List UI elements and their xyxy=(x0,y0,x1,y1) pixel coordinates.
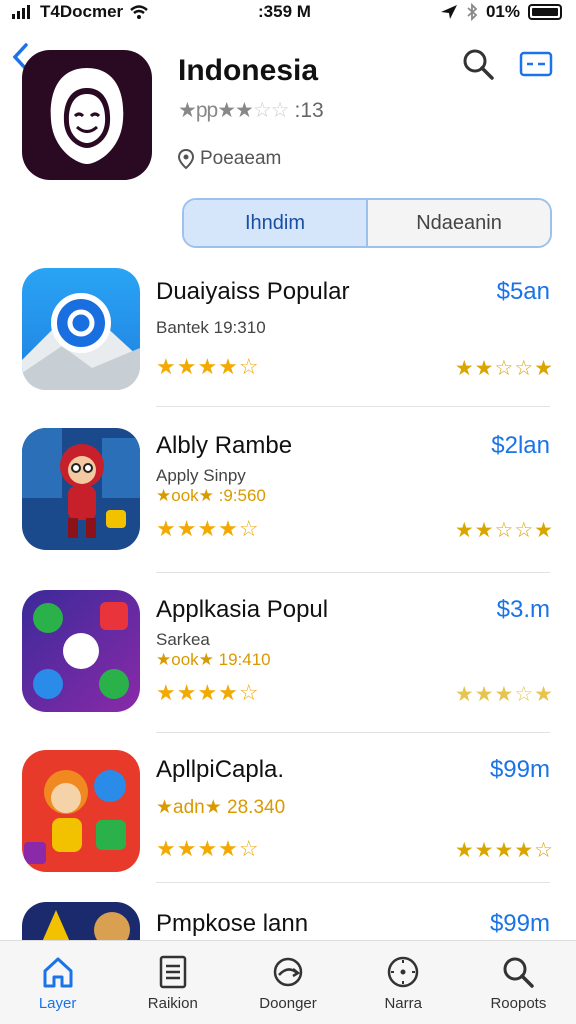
segment-active[interactable]: Ihndim xyxy=(184,200,368,246)
price-button[interactable]: $5an xyxy=(497,278,550,306)
home-icon xyxy=(43,957,73,988)
user-rating-stars: ★★★★☆ xyxy=(454,839,554,862)
segmented-control: Ihndim Ndaeanin xyxy=(182,198,552,248)
tab-label: Narra xyxy=(384,995,422,1012)
app-icon-photos xyxy=(22,268,140,390)
app-title: Albly Rambe xyxy=(156,432,293,459)
rating-stars: ★★★★☆ xyxy=(156,516,260,541)
price-button[interactable]: $3.m xyxy=(497,596,550,624)
divider xyxy=(156,572,550,573)
divider xyxy=(156,882,550,883)
carrier-label: T4Docmer xyxy=(40,2,124,21)
user-rating-stars: ★★☆☆★ xyxy=(454,519,554,542)
status-bar: T4Docmer :359 M 01% xyxy=(0,0,576,26)
price-button[interactable]: $2lan xyxy=(491,432,550,460)
status-right: 01% xyxy=(440,2,562,22)
tab-label: Layer xyxy=(38,995,77,1012)
app-title: ApllpiCapla. xyxy=(156,756,285,783)
app-icon-game xyxy=(22,428,140,550)
app-meta: ★ook★ 19:410 xyxy=(156,650,271,669)
list-item[interactable]: Duaiyaiss Popular Bantek 19:310 ★★★★☆ $5… xyxy=(0,262,576,422)
battery-percent: 01% xyxy=(485,2,520,21)
tab-raikion[interactable]: Raikion xyxy=(115,941,230,1024)
tab-label: Raikion xyxy=(147,995,198,1012)
app-title: Pmpkose lann xyxy=(156,910,309,937)
rating-stars: ★★★★☆ xyxy=(156,354,260,379)
rating-stars: ★★★★☆ xyxy=(156,836,260,861)
divider xyxy=(156,732,550,733)
mountain-camera-icon xyxy=(22,268,140,390)
app-title: Applkasia Popul xyxy=(156,596,329,623)
compass-icon xyxy=(387,956,419,988)
app-meta: ★adn★ 28.340 xyxy=(156,797,286,818)
app-subtitle: Bantek 19:310 xyxy=(156,318,266,337)
card-icon xyxy=(519,51,553,77)
refresh-icon xyxy=(273,957,303,987)
search-icon xyxy=(463,49,494,80)
app-subtitle: Apply Sinpy xyxy=(156,466,246,485)
status-left: T4Docmer xyxy=(12,2,149,22)
app-subtitle: Sarkea xyxy=(156,630,210,649)
battery-icon xyxy=(528,4,562,20)
game-art-icon xyxy=(22,902,140,942)
tab-bar: Layer Raikion Doonger Narra Roopots xyxy=(0,940,576,1024)
app-header: Indonesia ★pp★★☆☆ :13 Poeaeam xyxy=(0,40,576,190)
list-item[interactable]: ApllpiCapla. ★adn★ 28.340 ★★★★☆ $99m ★★★… xyxy=(0,746,576,906)
status-time: :359 M xyxy=(258,2,311,21)
app-location: Poeaeam xyxy=(178,148,281,170)
rating-count: :13 xyxy=(294,98,324,122)
tab-label: Doonger xyxy=(259,995,317,1012)
price-button[interactable]: $99m xyxy=(490,910,550,938)
app-rating: ★pp★★☆☆ :13 xyxy=(178,98,324,123)
tab-narra[interactable]: Narra xyxy=(346,941,461,1024)
app-icon-social xyxy=(22,590,140,712)
tab-roopots[interactable]: Roopots xyxy=(461,941,576,1024)
mascot-face-icon xyxy=(50,68,124,164)
pin-icon xyxy=(178,149,194,169)
tab-layer[interactable]: Layer xyxy=(0,941,115,1024)
card-button[interactable] xyxy=(518,46,554,82)
location-arrow-icon xyxy=(440,5,457,19)
search-button[interactable] xyxy=(460,46,496,82)
tab-label: Roopots xyxy=(490,995,547,1012)
segment-inactive[interactable]: Ndaeanin xyxy=(368,200,550,246)
rating-prefix: pp xyxy=(195,99,218,122)
location-label: Poeaeam xyxy=(200,148,282,169)
divider xyxy=(156,406,550,407)
document-icon xyxy=(159,955,187,989)
list-item[interactable]: Applkasia Popul Sarkea ★ook★ 19:410 ★★★★… xyxy=(0,586,576,746)
price-button[interactable]: $99m xyxy=(490,756,550,784)
app-icon-kids xyxy=(22,750,140,872)
cartoon-character-icon xyxy=(22,750,140,872)
social-apps-icon xyxy=(22,590,140,712)
tab-doonger[interactable]: Doonger xyxy=(230,941,345,1024)
wifi-icon xyxy=(130,5,148,19)
search-icon xyxy=(503,957,535,988)
rating-stars: ★★★★☆ xyxy=(156,680,260,705)
rating-stars: ★pp★★☆☆ xyxy=(178,99,289,122)
app-icon-partial xyxy=(22,902,140,942)
bluetooth-icon xyxy=(467,3,478,21)
app-meta: ★ook★ :9:560 xyxy=(156,486,266,505)
game-character-icon xyxy=(22,428,140,550)
app-title: Indonesia xyxy=(178,54,319,87)
app-title: Duaiyaiss Popular xyxy=(156,278,350,305)
user-rating-stars: ★★☆☆★ xyxy=(454,357,554,380)
user-rating-stars: ★★★☆★ xyxy=(454,683,554,706)
app-icon xyxy=(22,50,152,180)
signal-icon xyxy=(12,5,30,19)
list-item[interactable]: Albly Rambe Apply Sinpy ★ook★ :9:560 ★★★… xyxy=(0,422,576,582)
